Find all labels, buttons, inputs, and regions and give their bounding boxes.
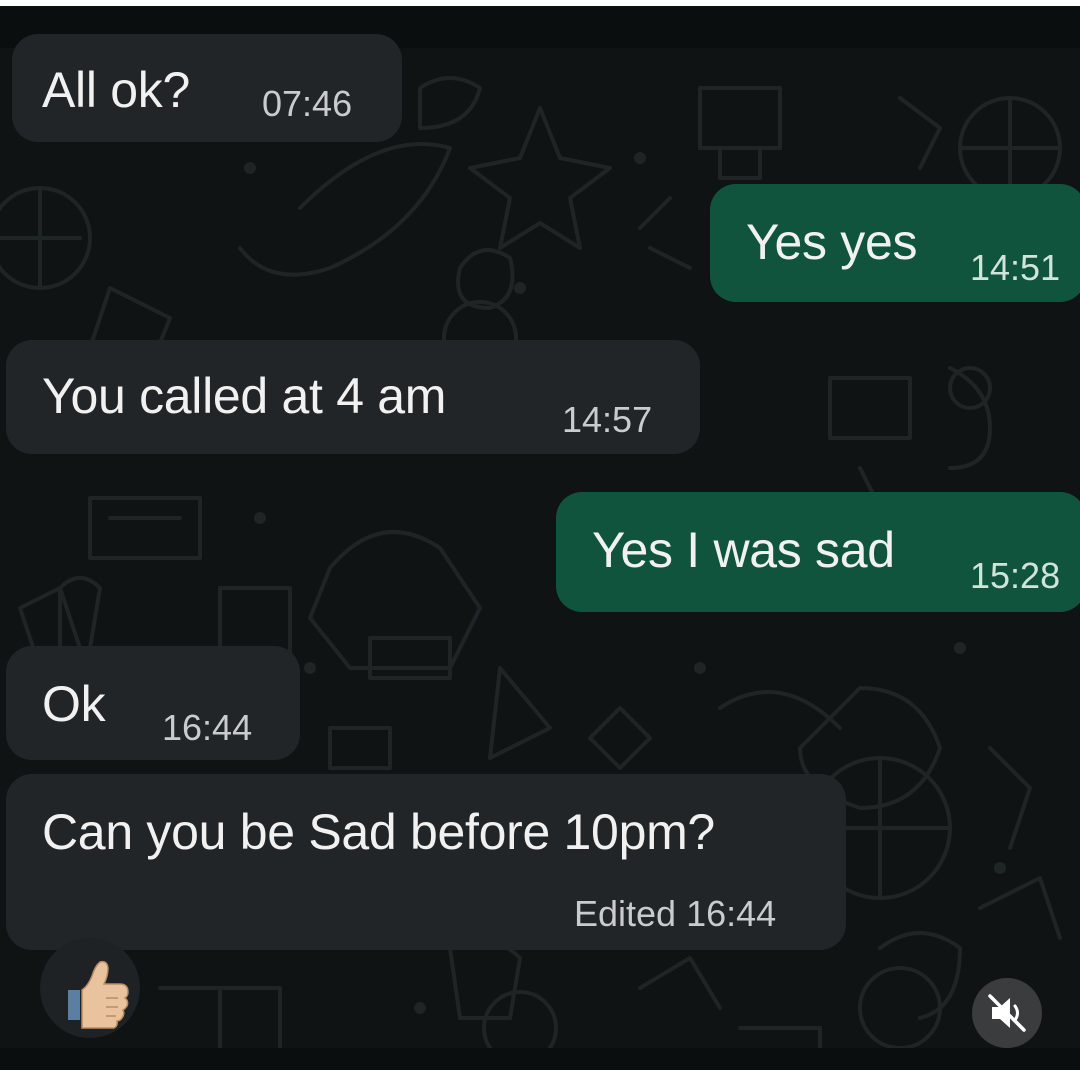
message-time: 07:46: [262, 83, 353, 124]
message-bubble-incoming[interactable]: Can you be Sad before 10pm? Edited 16:44: [6, 774, 846, 950]
message-text: Can you be Sad before 10pm?: [42, 804, 715, 860]
message-edited-time: Edited 16:44: [574, 893, 777, 934]
message-bubble-incoming[interactable]: You called at 4 am 14:57: [6, 340, 700, 454]
message-time: 14:57: [562, 399, 653, 440]
message-time: 15:28: [970, 555, 1061, 596]
screenshot-frame: All ok? 07:46 Yes yes 14:51 You called a…: [0, 6, 1080, 1070]
mute-icon: [988, 994, 1026, 1032]
message-bubble-outgoing[interactable]: Yes I was sad 15:28: [556, 492, 1080, 612]
message-text: Yes yes: [746, 214, 918, 270]
message-bubble-incoming[interactable]: All ok? 07:46: [12, 34, 402, 142]
message-text: Ok: [42, 676, 106, 732]
message-bubble-outgoing[interactable]: Yes yes 14:51: [710, 184, 1080, 302]
thumbs-up-icon: [68, 960, 129, 1029]
mute-button[interactable]: [972, 978, 1042, 1048]
reaction-thumbs-up[interactable]: [40, 938, 140, 1038]
message-time: 14:51: [970, 247, 1061, 288]
chat-background: All ok? 07:46 Yes yes 14:51 You called a…: [0, 34, 1080, 1048]
message-text: All ok?: [42, 62, 190, 118]
message-time: 16:44: [162, 707, 253, 748]
message-text: Yes I was sad: [592, 522, 895, 578]
message-text: You called at 4 am: [42, 368, 447, 424]
message-bubble-incoming[interactable]: Ok 16:44: [6, 646, 300, 760]
